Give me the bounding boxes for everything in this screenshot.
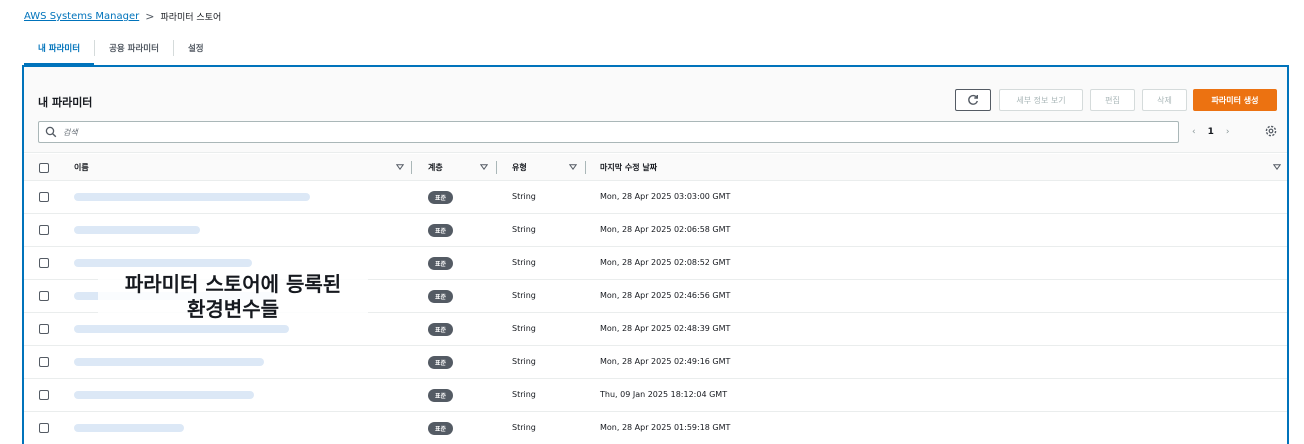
column-divider [411, 161, 412, 174]
column-header-modified[interactable]: 마지막 수정 날짜 [600, 154, 657, 181]
parameter-name-link[interactable] [74, 226, 200, 234]
parameter-name-link[interactable] [74, 193, 310, 201]
modified-date-cell: Mon, 28 Apr 2025 02:48:39 GMT [600, 324, 731, 333]
panel-title: 내 파라미터 [38, 96, 93, 109]
column-header-name[interactable]: 이름 [74, 154, 89, 181]
tab-bar: 내 파라미터 공용 파라미터 설정 [24, 32, 218, 66]
tier-badge: 표준 [428, 257, 453, 270]
sort-icon[interactable] [396, 164, 404, 170]
sort-icon[interactable] [480, 164, 488, 170]
table-row[interactable]: 표준 String Mon, 28 Apr 2025 02:06:58 GMT [24, 214, 1287, 247]
refresh-icon [968, 94, 978, 105]
tier-badge: 표준 [428, 389, 453, 402]
modified-date-cell: Mon, 28 Apr 2025 01:59:18 GMT [600, 423, 731, 432]
tier-badge: 표준 [428, 191, 453, 204]
modified-date-cell: Mon, 28 Apr 2025 02:06:58 GMT [600, 225, 731, 234]
breadcrumb-link-systems-manager[interactable]: AWS Systems Manager [24, 11, 139, 22]
column-header-tier[interactable]: 계층 [428, 154, 443, 181]
table-header: 이름 계층 유형 마지막 수정 날짜 [24, 154, 1287, 181]
type-cell: String [512, 324, 536, 333]
row-checkbox[interactable] [39, 225, 49, 235]
tier-badge: 표준 [428, 290, 453, 303]
type-cell: String [512, 291, 536, 300]
parameter-name-link[interactable] [74, 358, 264, 366]
modified-date-cell: Mon, 28 Apr 2025 03:03:00 GMT [600, 192, 731, 201]
tier-badge: 표준 [428, 422, 453, 435]
panel-header: 내 파라미터 세부 정보 보기 편집 삭제 파라미터 생성 ‹ 1 › [24, 67, 1287, 153]
row-checkbox[interactable] [39, 324, 49, 334]
row-checkbox[interactable] [39, 258, 49, 268]
parameter-name-link[interactable] [74, 259, 252, 267]
table-row[interactable]: 표준 String Mon, 28 Apr 2025 01:59:18 GMT [24, 412, 1287, 444]
type-cell: String [512, 225, 536, 234]
type-cell: String [512, 390, 536, 399]
row-checkbox[interactable] [39, 291, 49, 301]
search-bar [38, 121, 1179, 143]
tier-badge: 표준 [428, 356, 453, 369]
search-input[interactable] [63, 127, 1063, 137]
breadcrumb-separator: > [145, 10, 155, 23]
modified-date-cell: Mon, 28 Apr 2025 02:08:52 GMT [600, 258, 731, 267]
tab-public-parameters[interactable]: 공용 파라미터 [95, 32, 173, 64]
create-parameter-button[interactable]: 파라미터 생성 [1193, 89, 1277, 111]
column-divider [496, 161, 497, 174]
parameter-name-link[interactable] [74, 325, 289, 333]
select-all-checkbox[interactable] [39, 162, 49, 173]
type-cell: String [512, 423, 536, 432]
row-checkbox[interactable] [39, 423, 49, 433]
sort-icon[interactable] [569, 164, 577, 170]
column-header-type[interactable]: 유형 [512, 154, 527, 181]
tab-settings[interactable]: 설정 [174, 32, 218, 64]
delete-button[interactable]: 삭제 [1142, 89, 1187, 111]
breadcrumb-current: 파라미터 스토어 [160, 13, 222, 23]
annotation-line-1: 파라미터 스토어에 등록된 [124, 272, 342, 296]
row-checkbox[interactable] [39, 390, 49, 400]
row-checkbox[interactable] [39, 192, 49, 202]
type-cell: String [512, 258, 536, 267]
tier-badge: 표준 [428, 323, 453, 336]
next-page-icon[interactable]: › [1226, 127, 1230, 137]
modified-date-cell: Mon, 28 Apr 2025 02:49:16 GMT [600, 357, 731, 366]
tab-my-parameters[interactable]: 내 파라미터 [24, 32, 95, 66]
prev-page-icon[interactable]: ‹ [1192, 127, 1196, 137]
table-row[interactable]: 표준 String Mon, 28 Apr 2025 03:03:00 GMT [24, 181, 1287, 214]
parameter-name-link[interactable] [74, 424, 184, 432]
type-cell: String [512, 357, 536, 366]
annotation-overlay: 파라미터 스토어에 등록된 환경변수들 [98, 270, 368, 324]
row-checkbox[interactable] [39, 357, 49, 367]
parameters-panel: 내 파라미터 세부 정보 보기 편집 삭제 파라미터 생성 ‹ 1 › [22, 65, 1289, 444]
type-cell: String [512, 192, 536, 201]
pagination: ‹ 1 › [1192, 123, 1229, 141]
breadcrumb: AWS Systems Manager > 파라미터 스토어 [24, 10, 221, 23]
sort-icon[interactable] [1273, 164, 1281, 170]
modified-date-cell: Thu, 09 Jan 2025 18:12:04 GMT [600, 390, 728, 399]
annotation-line-2: 환경변수들 [187, 297, 279, 321]
modified-date-cell: Mon, 28 Apr 2025 02:46:56 GMT [600, 291, 731, 300]
edit-button[interactable]: 편집 [1090, 89, 1135, 111]
tier-badge: 표준 [428, 224, 453, 237]
table-row[interactable]: 표준 String Mon, 28 Apr 2025 02:49:16 GMT [24, 346, 1287, 379]
column-divider [585, 161, 586, 174]
view-details-button[interactable]: 세부 정보 보기 [999, 89, 1083, 111]
page-number[interactable]: 1 [1208, 127, 1214, 137]
parameter-name-link[interactable] [74, 391, 254, 399]
refresh-button[interactable] [955, 89, 991, 111]
gear-icon[interactable] [1264, 124, 1278, 138]
search-icon [45, 126, 57, 138]
table-row[interactable]: 표준 String Thu, 09 Jan 2025 18:12:04 GMT [24, 379, 1287, 412]
